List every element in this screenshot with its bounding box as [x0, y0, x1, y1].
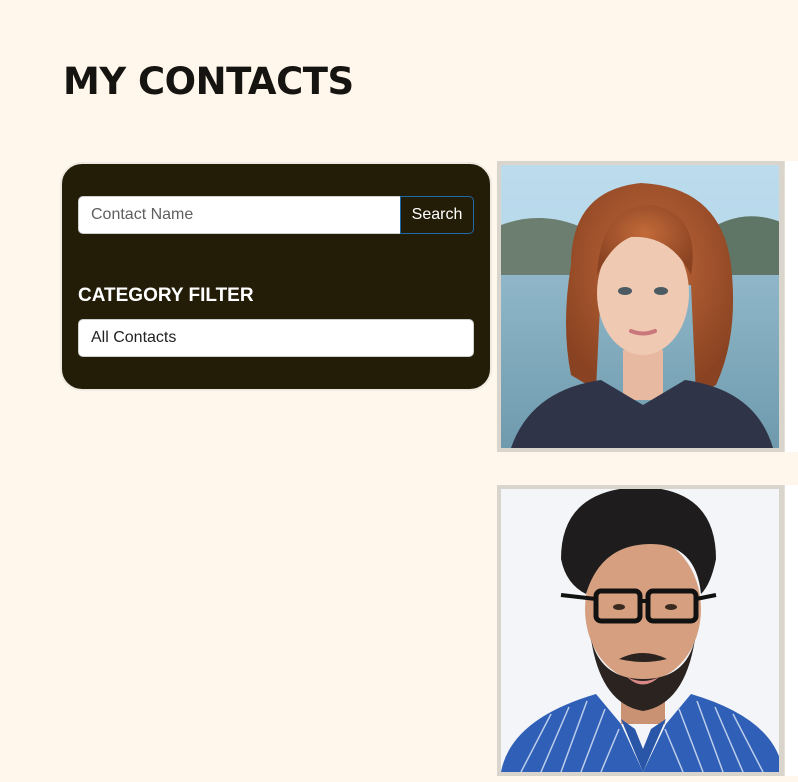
contact-card[interactable] [497, 161, 787, 452]
card-edge [779, 165, 783, 448]
page: MY CONTACTS Search CATEGORY FILTER All C… [0, 0, 798, 782]
card-edge [779, 489, 783, 772]
filter-panel: Search CATEGORY FILTER All Contacts [60, 162, 492, 391]
category-select-value: All Contacts [91, 329, 177, 346]
search-row: Search [78, 196, 474, 234]
woman-portrait-photo [501, 165, 783, 448]
contact-card[interactable] [497, 485, 787, 776]
category-filter-heading: CATEGORY FILTER [78, 285, 254, 306]
next-card-edge [784, 485, 798, 776]
search-input[interactable] [78, 196, 400, 234]
category-select[interactable]: All Contacts [78, 319, 474, 357]
page-title: MY CONTACTS [63, 60, 354, 103]
next-card-edge [784, 161, 798, 452]
search-button[interactable]: Search [400, 196, 474, 234]
man-portrait-photo [501, 489, 783, 772]
